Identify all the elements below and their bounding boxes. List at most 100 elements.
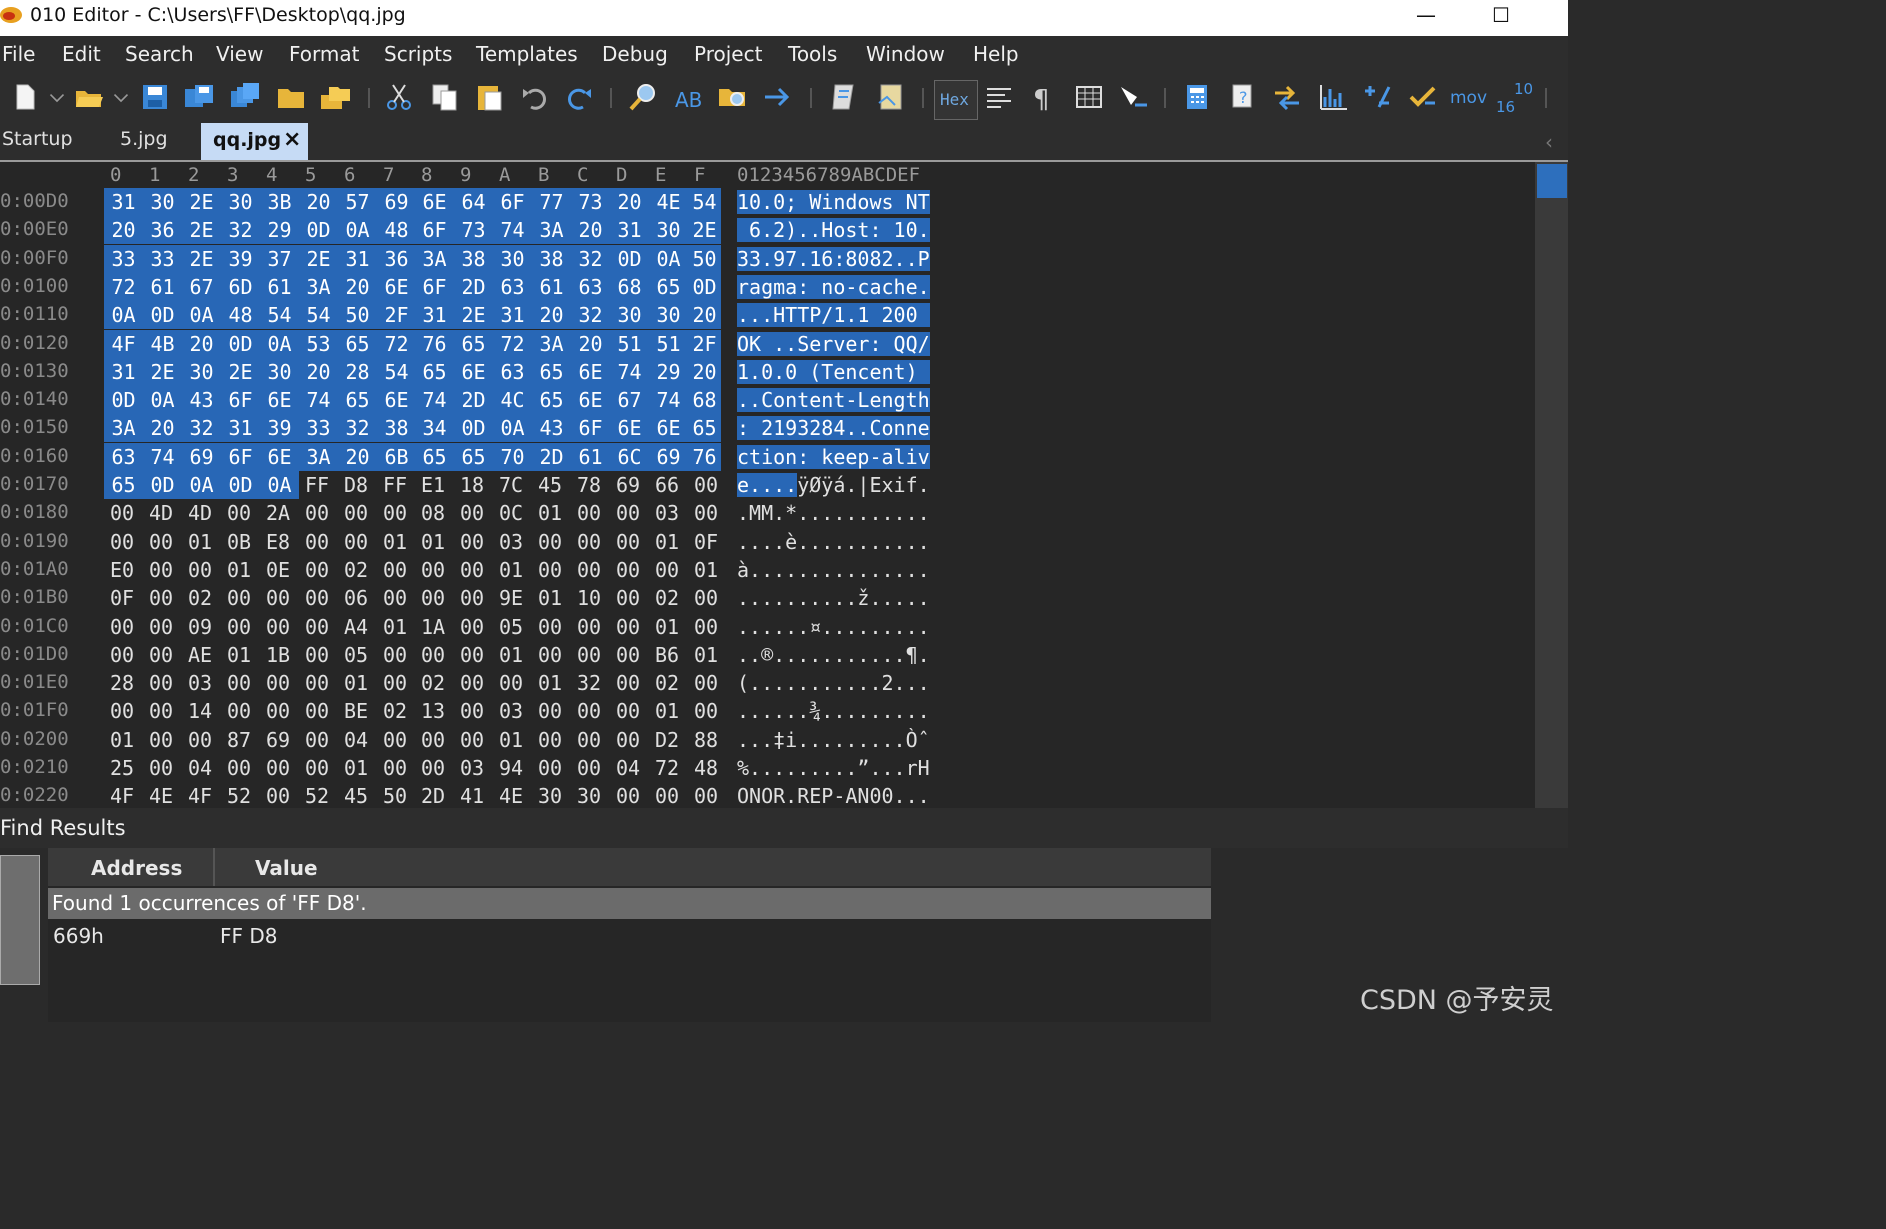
hex-byte[interactable]: 0A: [104, 301, 143, 329]
hex-byte[interactable]: BE: [338, 697, 374, 725]
hex-byte[interactable]: 00: [688, 584, 724, 612]
checksum-icon[interactable]: [1360, 80, 1394, 114]
hex-byte[interactable]: 74: [610, 358, 649, 386]
hex-byte[interactable]: 01: [532, 669, 568, 697]
hex-byte[interactable]: 4C: [493, 386, 532, 414]
hex-byte[interactable]: 76: [415, 330, 454, 358]
hex-byte[interactable]: 01: [493, 726, 529, 754]
hex-byte[interactable]: 00: [260, 782, 296, 810]
hex-byte[interactable]: 0A: [182, 301, 221, 329]
hex-byte[interactable]: 6F: [221, 443, 260, 471]
hex-byte[interactable]: 00: [260, 669, 296, 697]
hex-byte[interactable]: 01: [493, 556, 529, 584]
hex-byte[interactable]: 00: [571, 641, 607, 669]
hex-byte[interactable]: 01: [338, 669, 374, 697]
hex-byte[interactable]: 88: [688, 726, 724, 754]
hex-byte[interactable]: 30: [649, 301, 688, 329]
hex-byte[interactable]: 69: [649, 443, 688, 471]
hex-byte[interactable]: 0A: [649, 245, 688, 273]
hex-byte[interactable]: 3A: [415, 245, 454, 273]
save-all-icon[interactable]: [228, 80, 262, 114]
hex-byte[interactable]: 00: [610, 641, 646, 669]
hex-byte[interactable]: 38: [454, 245, 493, 273]
ascii-text[interactable]: à...............: [737, 556, 930, 584]
hex-byte[interactable]: 00: [454, 556, 490, 584]
address-column-header[interactable]: Address: [91, 856, 182, 880]
hex-byte[interactable]: 28: [104, 669, 140, 697]
hex-byte[interactable]: 05: [493, 613, 529, 641]
ascii-text[interactable]: ....è...........: [737, 528, 930, 556]
hex-byte[interactable]: 0A: [493, 414, 532, 442]
hex-byte[interactable]: 00: [649, 556, 685, 584]
ascii-unselected[interactable]: ONOR.REP-AN00...: [737, 784, 930, 808]
hex-byte[interactable]: 01: [688, 556, 724, 584]
compare-icon[interactable]: [1270, 80, 1304, 114]
hex-byte[interactable]: 00: [454, 697, 490, 725]
ascii-selected[interactable]: 6.2)..Host: 10.: [737, 218, 930, 242]
hex-byte[interactable]: 00: [571, 754, 607, 782]
hex-byte[interactable]: 00: [454, 584, 490, 612]
hex-byte[interactable]: 00: [143, 754, 179, 782]
hex-byte[interactable]: 65: [104, 471, 143, 499]
hex-byte[interactable]: 01: [649, 528, 685, 556]
hex-byte[interactable]: 43: [532, 414, 571, 442]
hex-byte[interactable]: 03: [493, 697, 529, 725]
hex-byte[interactable]: 01: [532, 584, 568, 612]
hex-byte[interactable]: 87: [221, 726, 257, 754]
hex-byte[interactable]: 00: [299, 499, 335, 527]
save-icon[interactable]: [138, 80, 172, 114]
highlight-icon[interactable]: [1116, 80, 1150, 114]
hex-byte[interactable]: 01: [377, 613, 413, 641]
ascii-selected[interactable]: ...HTTP/1.1 200: [737, 303, 930, 327]
hex-byte[interactable]: 6F: [415, 273, 454, 301]
ascii-text[interactable]: OK ..Server: QQ/: [737, 330, 930, 358]
hex-byte[interactable]: 6C: [610, 443, 649, 471]
hex-byte[interactable]: 00: [649, 782, 685, 810]
result-value[interactable]: FF D8: [220, 924, 278, 948]
hex-byte[interactable]: 72: [104, 273, 143, 301]
hex-byte[interactable]: 2F: [377, 301, 416, 329]
hex-byte[interactable]: 2E: [454, 301, 493, 329]
hex-byte[interactable]: 00: [532, 556, 568, 584]
hex-byte[interactable]: 63: [493, 358, 532, 386]
hex-byte[interactable]: 2E: [688, 216, 721, 244]
hex-byte[interactable]: E0: [104, 556, 140, 584]
hex-byte[interactable]: 00: [688, 697, 724, 725]
hex-byte[interactable]: 65: [454, 330, 493, 358]
hex-byte[interactable]: 20: [104, 216, 143, 244]
hex-byte[interactable]: 0A: [182, 471, 221, 499]
find-side-pane[interactable]: [0, 855, 40, 985]
hex-byte[interactable]: 73: [454, 216, 493, 244]
ascii-unselected[interactable]: (...........2...: [737, 671, 930, 695]
ascii-selected[interactable]: 33.97.16:8082..P: [737, 247, 930, 271]
menu-project[interactable]: Project: [694, 42, 762, 66]
find-in-files-icon[interactable]: [716, 80, 750, 114]
hex-byte[interactable]: 00: [454, 499, 490, 527]
hex-byte[interactable]: 57: [338, 188, 377, 216]
hex-byte[interactable]: 00: [143, 613, 179, 641]
hex-byte[interactable]: 00: [299, 528, 335, 556]
hex-byte[interactable]: 3A: [532, 330, 571, 358]
hex-byte[interactable]: 25: [104, 754, 140, 782]
hex-byte[interactable]: 54: [260, 301, 299, 329]
minimize-button[interactable]: —: [1406, 2, 1446, 30]
ascii-text[interactable]: ..Content-Length: [737, 386, 930, 414]
cut-icon[interactable]: [382, 80, 416, 114]
hex-byte[interactable]: 36: [143, 216, 182, 244]
hex-byte[interactable]: 02: [182, 584, 218, 612]
undo-icon[interactable]: [518, 80, 552, 114]
hex-byte[interactable]: 00: [221, 697, 257, 725]
ascii-text[interactable]: ragma: no-cache.: [737, 273, 930, 301]
ascii-text[interactable]: ONOR.REP-AN00...: [737, 782, 930, 810]
hex-byte[interactable]: 41: [454, 782, 490, 810]
hex-byte[interactable]: 02: [649, 669, 685, 697]
hex-byte[interactable]: 00: [610, 556, 646, 584]
hex-byte[interactable]: 32: [182, 414, 221, 442]
hex-byte[interactable]: 00: [377, 726, 413, 754]
hex-byte[interactable]: 00: [571, 697, 607, 725]
hex-byte[interactable]: 30: [649, 216, 688, 244]
hex-byte[interactable]: 00: [299, 556, 335, 584]
ascii-text[interactable]: %.........”...rH: [737, 754, 930, 782]
hex-byte[interactable]: 38: [377, 414, 416, 442]
find-icon[interactable]: [626, 80, 660, 114]
